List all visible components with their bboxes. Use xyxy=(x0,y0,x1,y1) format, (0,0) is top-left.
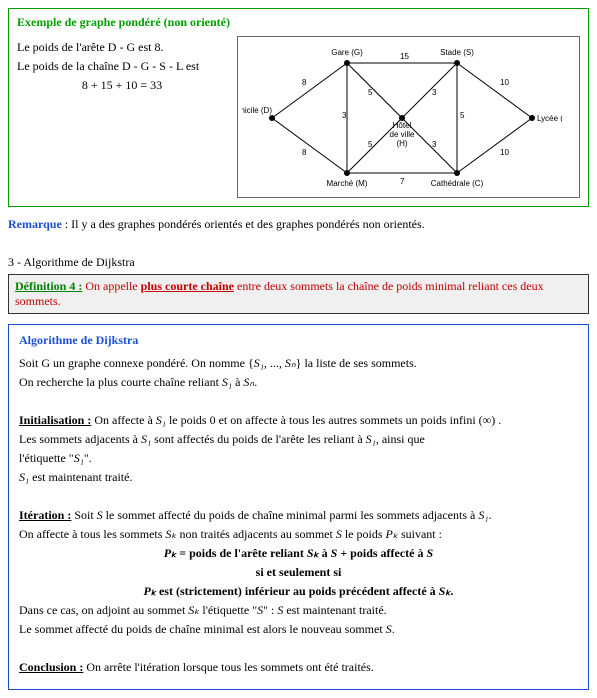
algo-iter4: si et seulement si xyxy=(19,565,578,580)
example-line2b: 8 + 15 + 10 = 33 xyxy=(17,78,227,93)
algo-iter6: Dans ce cas, on adjoint au sommet Sₖ l'é… xyxy=(19,603,578,618)
svg-text:Marché (M): Marché (M) xyxy=(327,179,368,188)
algo-iter1: Itération : Soit S le sommet affecté du … xyxy=(19,508,578,523)
svg-text:10: 10 xyxy=(500,78,509,87)
graph-figure: Domicile (D) Gare (G) Stade (S) Lycée (L… xyxy=(237,36,580,198)
svg-text:Hôtel: Hôtel xyxy=(393,121,412,130)
svg-text:Domicile (D): Domicile (D) xyxy=(242,106,272,115)
svg-text:(H): (H) xyxy=(396,139,407,148)
svg-text:3: 3 xyxy=(342,111,347,120)
example-line2a: Le poids de la chaîne D - G - S - L est xyxy=(17,59,227,74)
algo-init2: Les sommets adjacents à S₁ sont affectés… xyxy=(19,432,578,447)
section-3-heading: 3 - Algorithme de Dijkstra xyxy=(8,255,589,270)
algo-iter7: Le sommet affecté du poids de chaîne min… xyxy=(19,622,578,637)
svg-text:15: 15 xyxy=(400,52,409,61)
svg-text:Stade (S): Stade (S) xyxy=(440,48,474,57)
svg-text:10: 10 xyxy=(500,148,509,157)
svg-text:Cathédrale (C): Cathédrale (C) xyxy=(431,179,484,188)
algo-iter3: Pₖ = poids de l'arête reliant Sₖ à S + p… xyxy=(19,546,578,561)
remark-text: : Il y a des graphes pondérés orientés e… xyxy=(65,217,425,231)
algo-init4: S₁ est maintenant traité. xyxy=(19,470,578,485)
algo-conclusion: Conclusion : On arrête l'itération lorsq… xyxy=(19,660,578,675)
algorithm-title: Algorithme de Dijkstra xyxy=(19,333,578,348)
definition-4-text: On appelle plus courte chaîne entre deux… xyxy=(15,279,544,308)
example-line1: Le poids de l'arête D - G est 8. xyxy=(17,40,227,55)
example-box: Exemple de graphe pondéré (non orienté) … xyxy=(8,8,589,207)
remark-line: Remarque : Il y a des graphes pondérés o… xyxy=(8,217,589,232)
algo-iter2: On affecte à tous les sommets Sₖ non tra… xyxy=(19,527,578,542)
example-title: Exemple de graphe pondéré (non orienté) xyxy=(17,15,580,30)
algo-init3: l'étiquette "S₁". xyxy=(19,451,578,466)
example-text: Le poids de l'arête D - G est 8. Le poid… xyxy=(17,36,227,198)
algo-intro2: On recherche la plus courte chaîne relia… xyxy=(19,375,578,390)
svg-text:Gare (G): Gare (G) xyxy=(331,48,363,57)
algo-iter5: Pₖ est (strictement) inférieur au poids … xyxy=(19,584,578,599)
definition-4-box: Définition 4 : On appelle plus courte ch… xyxy=(8,274,589,314)
algo-intro1: Soit G un graphe connexe pondéré. On nom… xyxy=(19,356,578,371)
svg-text:5: 5 xyxy=(368,140,373,149)
svg-text:Lycée (L): Lycée (L) xyxy=(537,114,562,123)
graph-svg: Domicile (D) Gare (G) Stade (S) Lycée (L… xyxy=(242,43,562,193)
svg-text:3: 3 xyxy=(432,140,437,149)
algorithm-box: Algorithme de Dijkstra Soit G un graphe … xyxy=(8,324,589,690)
svg-text:5: 5 xyxy=(368,88,373,97)
definition-4-label: Définition 4 : xyxy=(15,279,82,293)
svg-text:5: 5 xyxy=(460,111,465,120)
svg-text:8: 8 xyxy=(302,148,307,157)
remark-label: Remarque xyxy=(8,217,62,231)
svg-text:7: 7 xyxy=(400,177,405,186)
svg-text:8: 8 xyxy=(302,78,307,87)
algo-init: Initialisation : On affecte à S₁ le poid… xyxy=(19,413,578,428)
svg-text:3: 3 xyxy=(432,88,437,97)
svg-text:de ville: de ville xyxy=(390,130,415,139)
